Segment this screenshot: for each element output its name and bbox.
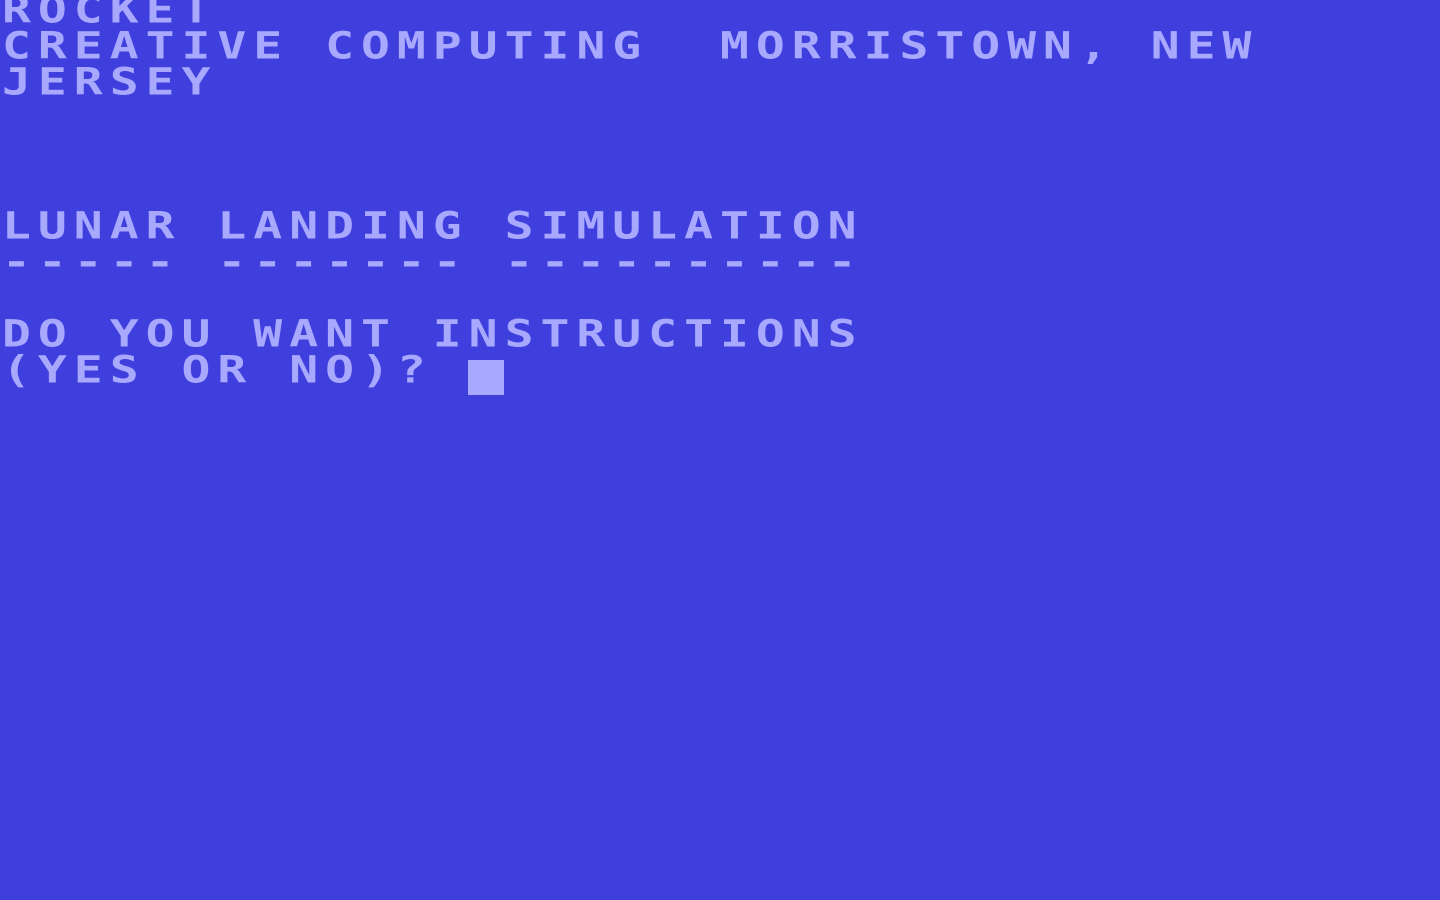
c64-terminal-screen[interactable]: ROCKET CREATIVE COMPUTING MORRISTOWN, NE…	[0, 0, 1440, 900]
text-cursor[interactable]	[468, 360, 504, 395]
line-title-underline: ----- ------- ----------	[2, 240, 864, 284]
line-publisher: CREATIVE COMPUTING MORRISTOWN, NEW	[2, 24, 1259, 68]
line-program-name: ROCKET	[2, 0, 218, 32]
line-prompt-options: (YES OR NO)?	[2, 348, 469, 392]
line-title: LUNAR LANDING SIMULATION	[2, 204, 864, 248]
line-publisher-cont: JERSEY	[2, 60, 218, 104]
line-prompt: DO YOU WANT INSTRUCTIONS	[2, 312, 864, 356]
